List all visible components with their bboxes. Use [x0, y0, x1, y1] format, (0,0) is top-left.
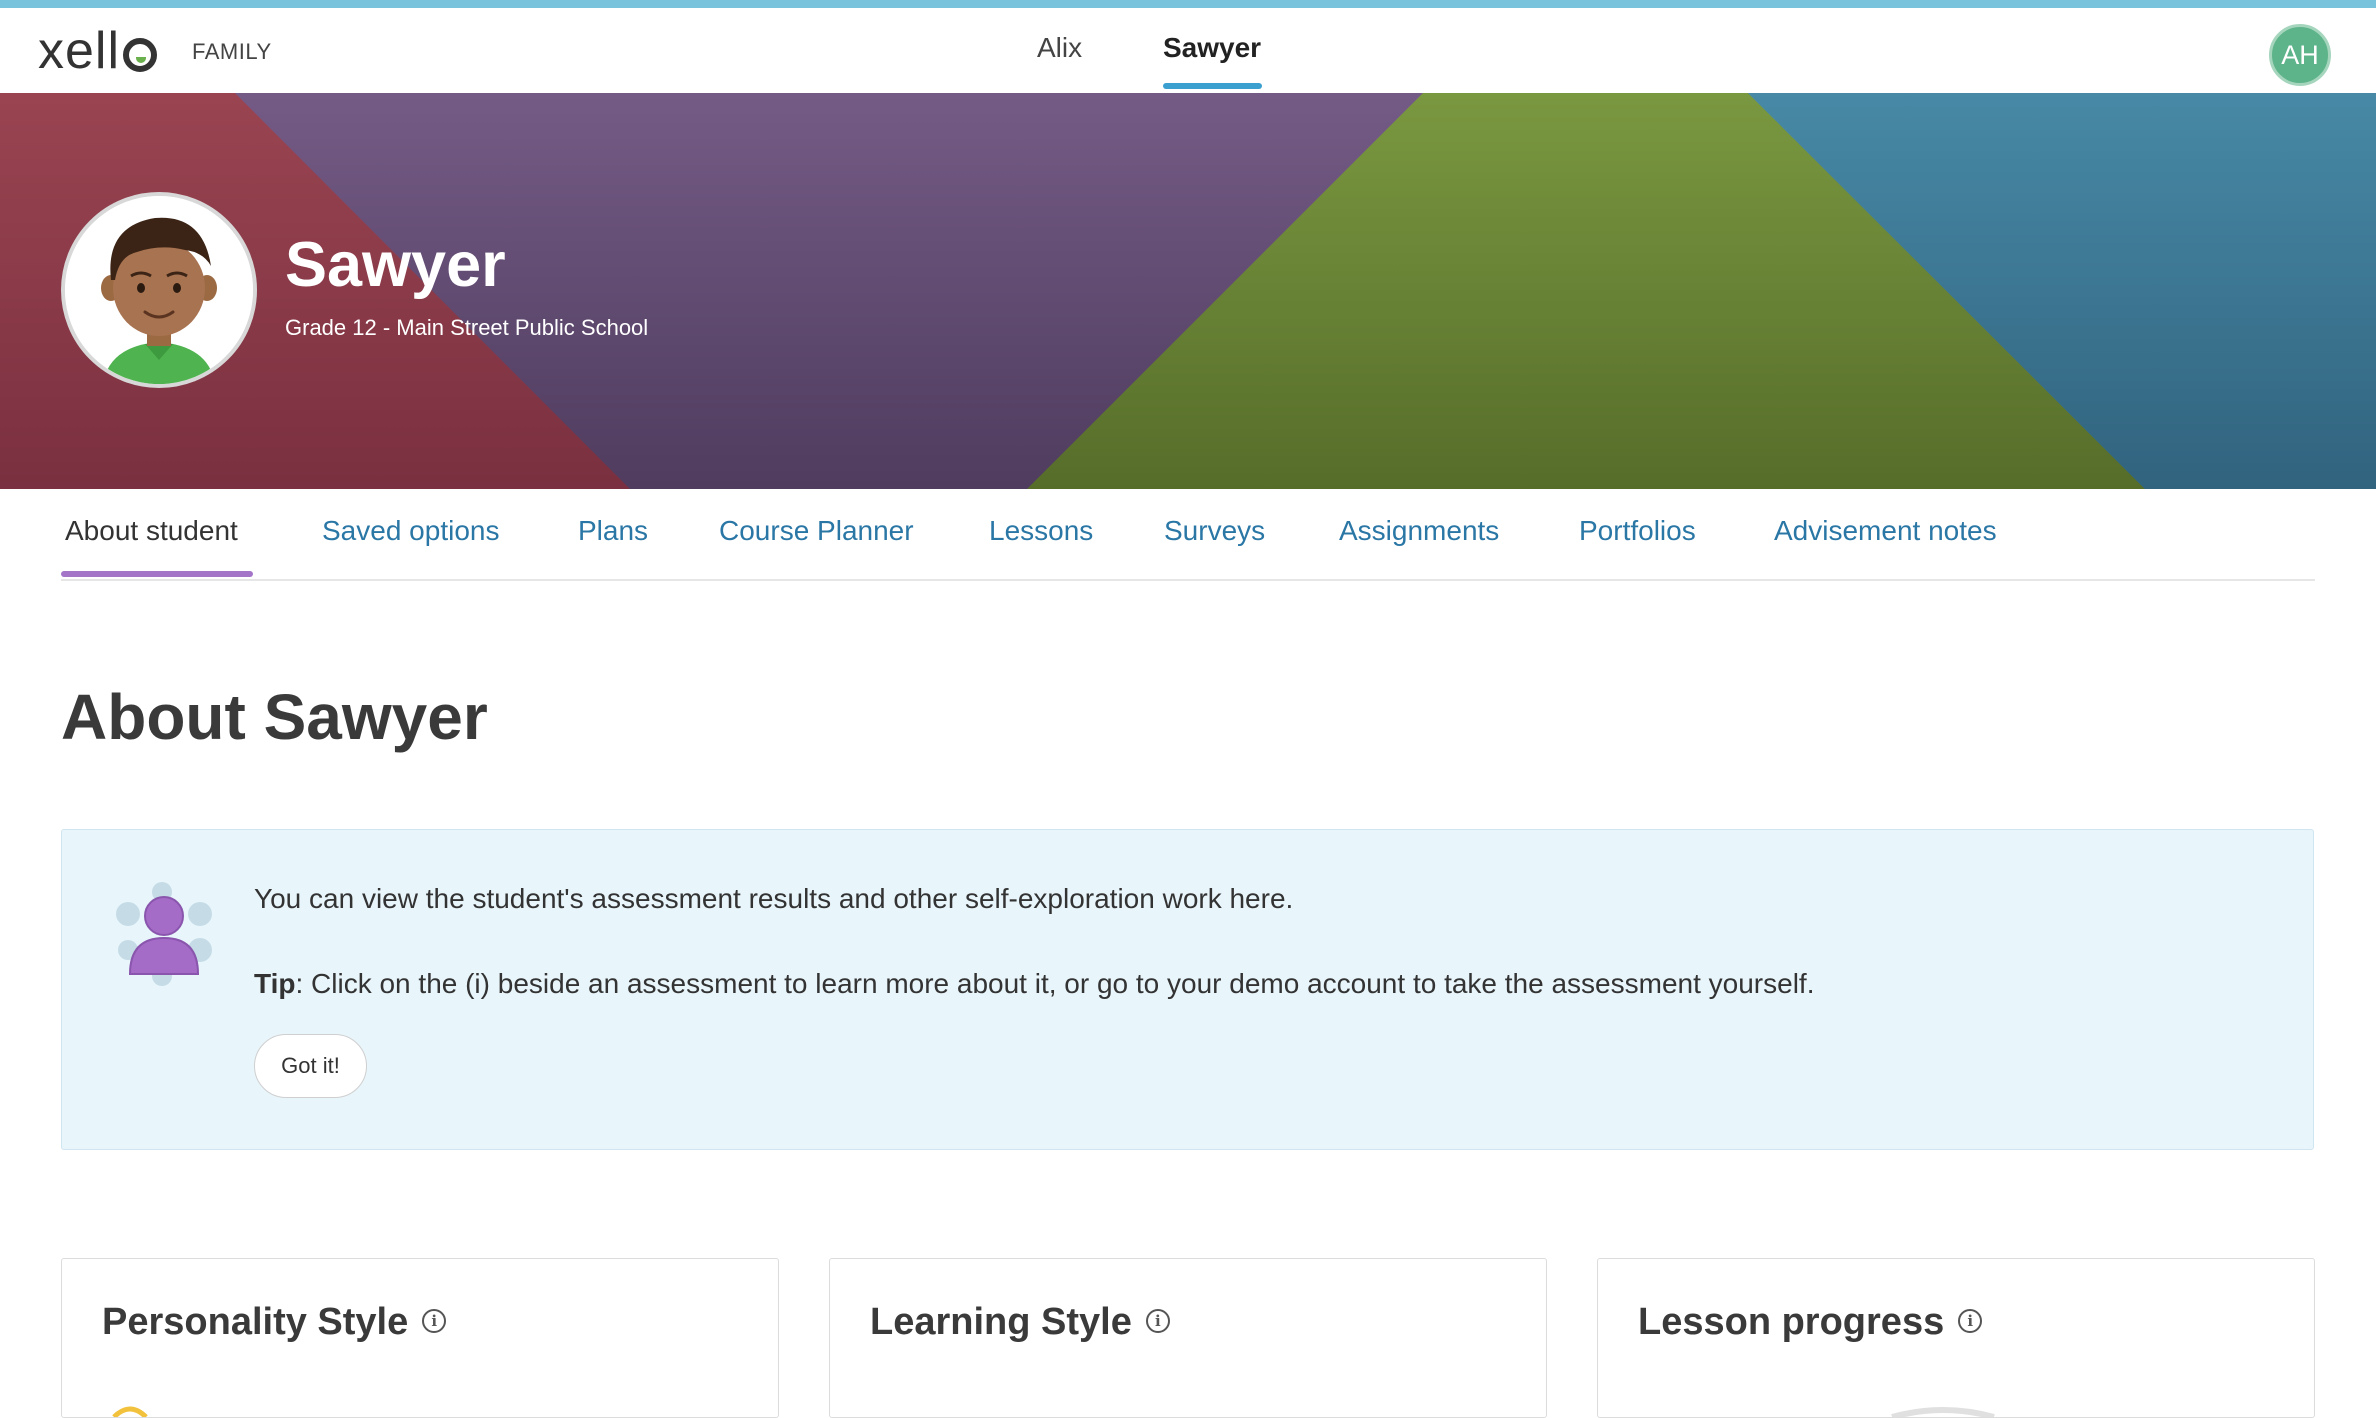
personality-chart-peek — [112, 1406, 148, 1417]
tab-course-planner[interactable]: Course Planner — [719, 515, 914, 547]
learning-style-card: Learning Style i — [829, 1258, 1547, 1418]
tip-detail-text: : Click on the (i) beside an assessment … — [295, 968, 1815, 999]
tip-detail: Tip: Click on the (i) beside an assessme… — [254, 968, 1814, 1000]
tip-label: Tip — [254, 968, 296, 999]
card-title-text: Lesson progress — [1638, 1301, 1945, 1343]
page: xell FAMILY Alix Sawyer AH Sawyer Grade … — [0, 0, 2376, 1418]
card-title: Learning Style i — [870, 1301, 1170, 1344]
info-icon[interactable]: i — [1145, 1308, 1170, 1333]
tab-saved-options[interactable]: Saved options — [322, 515, 499, 547]
active-student-indicator — [1163, 83, 1262, 89]
tab-assignments[interactable]: Assignments — [1339, 515, 1499, 547]
top-accent-bar — [0, 0, 2376, 8]
active-tab-indicator — [61, 571, 253, 577]
got-it-button[interactable]: Got it! — [254, 1034, 367, 1098]
boy-avatar-icon — [65, 196, 253, 384]
page-title: About Sawyer — [61, 681, 488, 753]
tab-portfolios[interactable]: Portfolios — [1579, 515, 1696, 547]
card-title: Personality Style i — [102, 1301, 447, 1344]
card-title-text: Learning Style — [870, 1301, 1132, 1343]
card-title: Lesson progress i — [1638, 1301, 1983, 1344]
student-tabs-nav: About student Saved options Plans Course… — [61, 489, 2315, 581]
info-icon[interactable]: i — [1958, 1308, 1983, 1333]
user-avatar-button[interactable]: AH — [2269, 24, 2331, 86]
logo-o-icon — [123, 38, 158, 72]
xello-logo[interactable]: xell — [38, 22, 158, 80]
tab-advisement-notes[interactable]: Advisement notes — [1774, 515, 1997, 547]
student-switch-alix[interactable]: Alix — [1037, 32, 1082, 64]
tab-plans[interactable]: Plans — [578, 515, 648, 547]
student-banner: Sawyer Grade 12 - Main Street Public Sch… — [0, 93, 2376, 489]
logo-wordmark: xell — [38, 22, 121, 80]
user-initials: AH — [2281, 39, 2319, 70]
lesson-progress-card: Lesson progress i — [1597, 1258, 2315, 1418]
student-grade-school: Grade 12 - Main Street Public School — [285, 315, 649, 340]
student-name: Sawyer — [285, 230, 506, 300]
student-avatar — [61, 192, 257, 388]
card-title-text: Personality Style — [102, 1301, 409, 1343]
student-switch-sawyer[interactable]: Sawyer — [1163, 32, 1261, 64]
tab-surveys[interactable]: Surveys — [1164, 515, 1265, 547]
tab-about-student[interactable]: About student — [65, 515, 238, 547]
logo-family-label: FAMILY — [192, 39, 272, 64]
info-icon[interactable]: i — [422, 1308, 447, 1333]
tip-banner: You can view the student's assessment re… — [61, 829, 2314, 1150]
tip-message: You can view the student's assessment re… — [254, 883, 1294, 914]
personality-style-card: Personality Style i — [61, 1258, 779, 1418]
tab-lessons[interactable]: Lessons — [989, 515, 1093, 547]
progress-ring-peek — [1891, 1407, 1995, 1417]
person-profile-icon — [116, 882, 212, 986]
app-header: xell FAMILY Alix Sawyer AH — [0, 8, 2376, 93]
